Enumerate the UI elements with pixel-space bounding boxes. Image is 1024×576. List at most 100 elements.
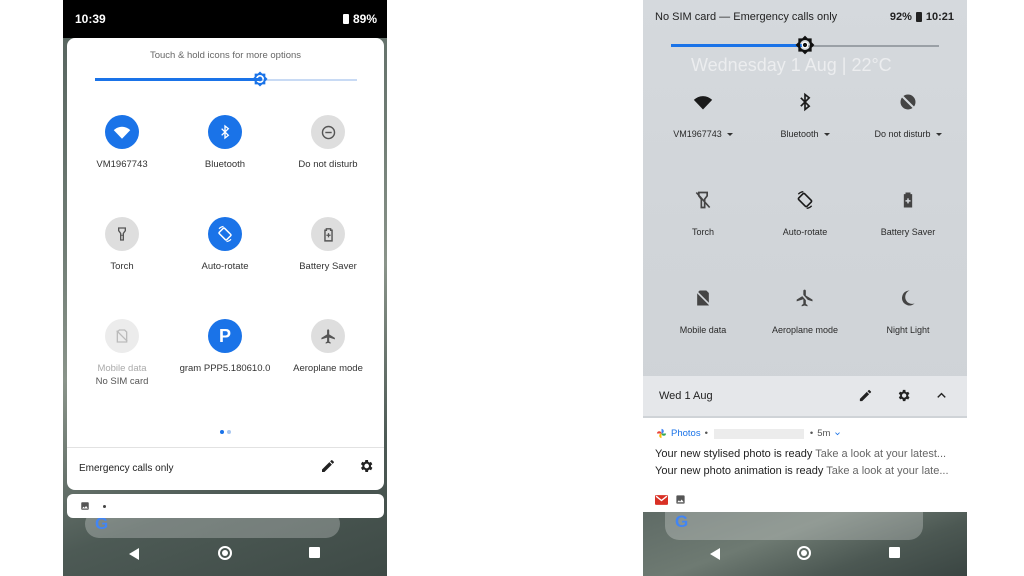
brightness-slider[interactable]	[95, 71, 357, 87]
recents-icon[interactable]	[309, 547, 320, 558]
tile-aeroplane-mode[interactable]: Aeroplane mode	[753, 288, 857, 335]
battery-icon	[342, 14, 349, 24]
tile-label: Auto-rotate	[782, 227, 828, 237]
auto-rotate-icon	[795, 190, 815, 210]
notification-strip[interactable]	[67, 494, 384, 518]
divider	[67, 447, 384, 448]
tile-mobile-data[interactable]: Mobile data	[651, 288, 755, 335]
tile-label: Night Light	[886, 325, 930, 335]
gmail-icon	[655, 495, 668, 505]
separator: •	[704, 428, 708, 439]
notification-age: 5m	[817, 428, 831, 439]
carrier-text: No SIM card — Emergency calls only	[655, 11, 838, 23]
recents-icon[interactable]	[889, 547, 900, 558]
page-dot-active	[220, 430, 224, 434]
date-bar: Wed 1 Aug	[643, 376, 967, 416]
parking-icon: P	[208, 319, 242, 353]
chevron-down-icon	[823, 133, 830, 137]
battery-saver-icon	[311, 217, 345, 251]
tile-label: Do not disturb	[298, 159, 358, 170]
notification-title: Your new stylised photo is ready	[655, 448, 813, 460]
chevron-down-icon	[726, 133, 733, 137]
torch-icon	[693, 190, 713, 210]
tile-battery-saver[interactable]: Battery Saver	[856, 190, 960, 237]
tile-label: VM1967743	[96, 159, 148, 170]
notification-header: Photos • • 5m	[656, 428, 841, 439]
slider-fill	[95, 78, 261, 81]
tile-label: Mobile data	[97, 363, 147, 374]
bluetooth-icon	[795, 92, 815, 112]
gear-icon[interactable]	[358, 458, 374, 474]
aeroplane-icon	[311, 319, 345, 353]
wifi-icon	[693, 92, 713, 112]
mobile-data-icon	[693, 288, 713, 308]
tile-torch[interactable]: Torch	[72, 217, 172, 272]
night-light-icon	[898, 288, 918, 308]
battery-percent: 89%	[352, 12, 377, 26]
brightness-icon[interactable]	[795, 35, 815, 55]
chevron-up-icon[interactable]	[934, 388, 949, 403]
brightness-icon[interactable]	[252, 71, 268, 87]
tile-auto-rotate[interactable]: Auto-rotate	[175, 217, 275, 272]
home-icon[interactable]	[218, 546, 232, 560]
gear-icon[interactable]	[896, 388, 911, 403]
home-wallpaper: G	[643, 512, 967, 576]
tile-sublabel: No SIM card	[95, 376, 149, 387]
bluetooth-icon	[208, 115, 242, 149]
tile-label[interactable]: VM1967743	[651, 129, 755, 139]
tile-mobile-data[interactable]: Mobile data No SIM card	[72, 319, 172, 387]
brightness-slider[interactable]	[671, 35, 939, 55]
qs-hint-text: Touch & hold icons for more options	[149, 50, 302, 61]
status-battery: 89%	[342, 12, 377, 26]
edit-icon[interactable]	[320, 458, 336, 474]
left-phone-screen: 10:39 89% Touch & hold icons for more op…	[63, 0, 387, 576]
photos-notification[interactable]: Photos • • 5m Your new stylised photo is…	[643, 418, 967, 490]
tile-label[interactable]: Bluetooth	[753, 129, 857, 139]
mobile-data-icon	[105, 319, 139, 353]
back-icon[interactable]	[710, 548, 720, 560]
navigation-bar	[63, 536, 387, 576]
tile-label: Battery Saver	[299, 261, 357, 272]
do-not-disturb-icon	[898, 92, 918, 112]
notification-text: Take a look at your late...	[826, 465, 949, 477]
home-icon[interactable]	[797, 546, 811, 560]
tile-night-light[interactable]: Night Light	[856, 288, 960, 335]
page-indicator	[67, 421, 384, 439]
date-text: Wed 1 Aug	[659, 390, 713, 402]
navigation-bar	[643, 536, 967, 576]
tile-bluetooth[interactable]: Bluetooth	[753, 92, 857, 139]
tile-do-not-disturb[interactable]: Do not disturb	[856, 92, 960, 139]
slider-fill	[671, 44, 805, 47]
tile-parking-app[interactable]: P gram PPP5.180610.0	[175, 319, 275, 374]
tile-label[interactable]: Do not disturb	[856, 129, 960, 139]
back-icon[interactable]	[129, 548, 139, 560]
status-bar: No SIM card — Emergency calls only 92% 1…	[643, 0, 967, 32]
tile-label: Aeroplane mode	[771, 325, 839, 335]
tile-label: gram PPP5.180610.0	[179, 363, 271, 374]
torch-icon	[105, 217, 139, 251]
tile-aeroplane-mode[interactable]: Aeroplane mode	[278, 319, 378, 374]
tile-wifi[interactable]: VM1967743	[72, 115, 172, 170]
chevron-down-icon	[935, 133, 942, 137]
notification-text: Take a look at your latest...	[815, 448, 947, 460]
chevron-down-icon[interactable]	[834, 430, 841, 437]
status-bar: 10:39 89%	[63, 0, 387, 38]
tile-label-text: VM1967743	[673, 129, 722, 139]
tile-label-text: Bluetooth	[780, 129, 819, 139]
battery-icon	[915, 12, 922, 22]
notification-dot	[103, 505, 106, 508]
tile-battery-saver[interactable]: Battery Saver	[278, 217, 378, 272]
tile-bluetooth[interactable]: Bluetooth	[175, 115, 275, 170]
page-dot	[227, 430, 231, 434]
notification-icon-strip[interactable]	[643, 490, 967, 512]
edit-icon[interactable]	[858, 388, 873, 403]
notification-line: Your new stylised photo is ready Take a …	[655, 448, 955, 460]
tile-label-text: Do not disturb	[874, 129, 931, 139]
tile-auto-rotate[interactable]: Auto-rotate	[753, 190, 857, 237]
tile-do-not-disturb[interactable]: Do not disturb	[278, 115, 378, 170]
wifi-icon	[105, 115, 139, 149]
tile-wifi[interactable]: VM1967743	[651, 92, 755, 139]
background-date-weather: Wednesday 1 Aug | 22°C	[691, 55, 892, 75]
tile-torch[interactable]: Torch	[651, 190, 755, 237]
separator: •	[809, 428, 814, 439]
